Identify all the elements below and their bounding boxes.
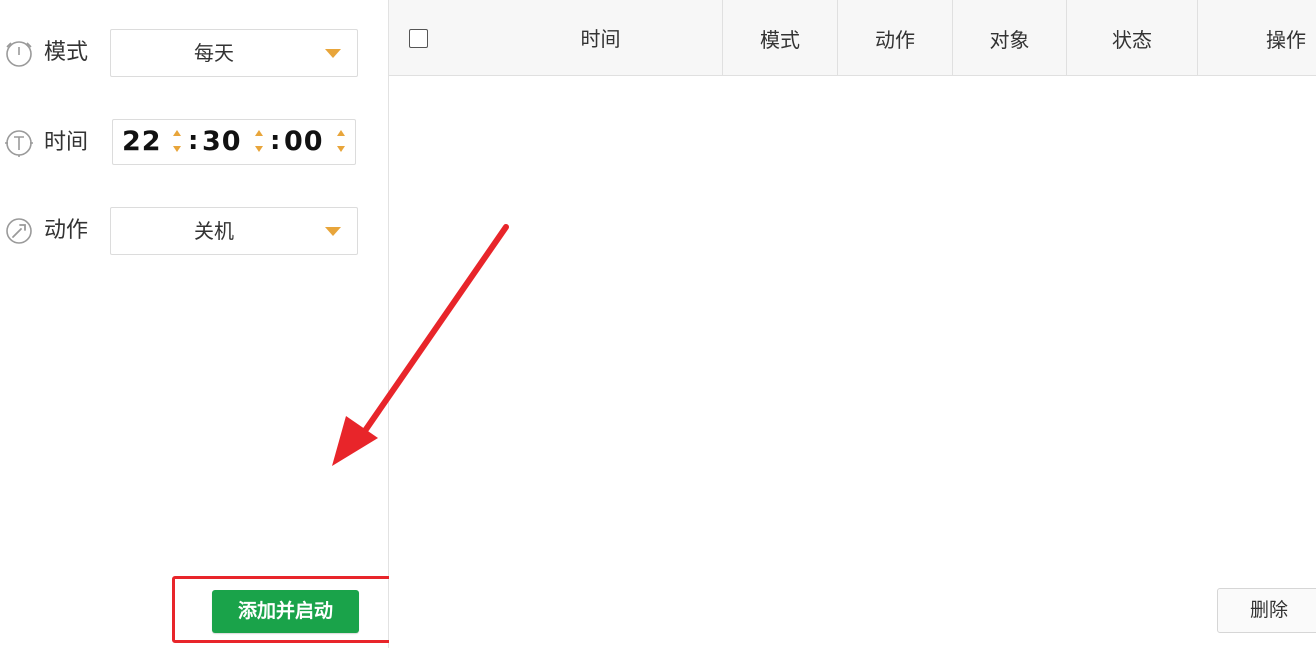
delete-button[interactable]: 删除	[1217, 588, 1316, 633]
action-label: 动作	[44, 218, 89, 243]
second-field[interactable]: 00	[284, 120, 324, 164]
time-row: 时间 22 : 30 : 00	[0, 117, 388, 169]
time-separator: :	[270, 126, 281, 156]
up-arrow-icon[interactable]	[255, 130, 263, 136]
time-label: 时间	[44, 130, 89, 155]
down-arrow-icon[interactable]	[255, 146, 263, 152]
column-header-operation[interactable]: 操作	[1197, 0, 1316, 76]
down-arrow-icon[interactable]	[337, 146, 345, 152]
chevron-down-icon	[325, 227, 341, 236]
second-stepper[interactable]	[336, 130, 346, 154]
timer-icon	[4, 128, 34, 158]
table-body-empty	[389, 76, 1316, 576]
add-and-start-button[interactable]: 添加并启动	[212, 590, 359, 633]
hour-field[interactable]: 22	[122, 120, 162, 164]
mode-select[interactable]: 每天	[110, 29, 358, 77]
table-header: 时间 模式 动作 对象 状态 操作	[389, 0, 1316, 76]
down-arrow-icon[interactable]	[173, 146, 181, 152]
mode-row: 模式 每天	[0, 27, 388, 79]
select-all-checkbox[interactable]	[409, 29, 428, 48]
mode-label: 模式	[44, 40, 89, 65]
action-row: 动作 关机	[0, 205, 388, 257]
minute-field[interactable]: 30	[202, 120, 242, 164]
column-header-mode[interactable]: 模式	[722, 0, 837, 76]
action-select-value: 关机	[194, 219, 234, 243]
time-picker: 22 : 30 : 00	[112, 119, 356, 165]
mode-select-value: 每天	[194, 41, 234, 65]
minute-stepper[interactable]	[254, 130, 264, 154]
column-header-target[interactable]: 对象	[952, 0, 1066, 76]
task-table-panel: 时间 模式 动作 对象 状态 操作 删除	[389, 0, 1316, 648]
schedule-form-panel: 模式 每天 时间 22 : 30: 00 动作 关机 添加并启动	[0, 0, 414, 648]
up-arrow-icon[interactable]	[173, 130, 181, 136]
hour-stepper[interactable]	[172, 130, 182, 154]
column-header-action[interactable]: 动作	[837, 0, 952, 76]
clock-icon	[4, 38, 34, 68]
action-select[interactable]: 关机	[110, 207, 358, 255]
column-header-time[interactable]: 时间	[479, 0, 722, 76]
scheduled-task-window: 模式 每天 时间 22 : 30: 00 动作 关机 添加并启动 时间 模式 …	[0, 0, 1316, 648]
wrench-icon	[4, 216, 34, 246]
chevron-down-icon	[325, 49, 341, 58]
column-header-status[interactable]: 状态	[1066, 0, 1197, 76]
header-select-all-cell	[389, 0, 479, 76]
time-separator: :	[188, 126, 199, 156]
up-arrow-icon[interactable]	[337, 130, 345, 136]
